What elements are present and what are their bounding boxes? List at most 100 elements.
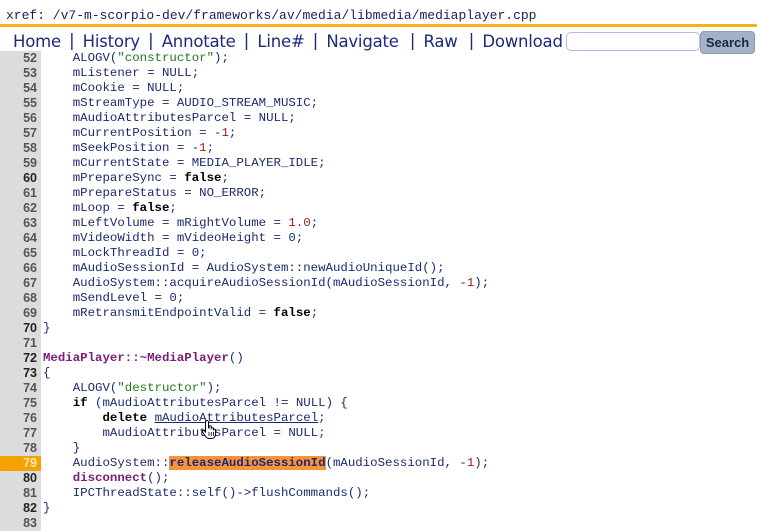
code-line: 66 mAudioSessionId = AudioSystem::newAud… <box>0 261 757 276</box>
code-line: 74 ALOGV("destructor"); <box>0 381 757 396</box>
line-number[interactable]: 59 <box>0 156 37 171</box>
line-number[interactable]: 64 <box>0 231 37 246</box>
line-number[interactable]: 54 <box>0 81 37 96</box>
code-token: ALOGV( <box>43 381 118 395</box>
nav-download-link[interactable]: Download <box>482 32 563 51</box>
line-number-gutter: 62 <box>0 201 41 216</box>
code-line: 53 mListener = NULL; <box>0 66 757 81</box>
code-line: 67 AudioSystem::acquireAudioSessionId(mA… <box>0 276 757 291</box>
symbol-link[interactable]: mAudioAttributesParcel <box>155 411 319 425</box>
line-number[interactable]: 56 <box>0 111 37 126</box>
line-number[interactable]: 53 <box>0 66 37 81</box>
search-hit-highlight[interactable]: releaseAudioSessionId <box>169 456 326 470</box>
nav-separator: | <box>147 31 154 51</box>
code-line: 64 mVideoWidth = mVideoHeight = 0; <box>0 231 757 246</box>
code-token: ; <box>206 141 215 155</box>
code-line: 81 IPCThreadState::self()->flushCommands… <box>0 486 757 501</box>
nav-raw-link[interactable]: Raw <box>423 32 457 51</box>
line-number[interactable]: 66 <box>0 261 37 276</box>
code-text: mPrepareStatus = NO_ERROR; <box>43 186 266 201</box>
nav-line-numbers-link[interactable]: Line# <box>257 32 304 51</box>
code-token: } <box>43 321 51 335</box>
nav-home-link[interactable]: Home <box>13 32 61 51</box>
line-number[interactable]: 76 <box>0 411 37 426</box>
code-token: ; <box>169 201 177 215</box>
code-text: mAudioAttributesParcel = NULL; <box>43 111 296 126</box>
line-number[interactable]: 73 <box>0 366 37 381</box>
code-text: mCurrentPosition = -1; <box>43 126 237 141</box>
code-token: mAudioAttributesParcel = NULL; <box>43 111 296 125</box>
code-token: mRetransmitEndpointValid = <box>43 306 274 320</box>
code-token: IPCThreadState::self()->flushCommands(); <box>43 486 371 500</box>
keyword: false <box>132 201 170 215</box>
code-text: IPCThreadState::self()->flushCommands(); <box>43 486 370 501</box>
line-number-gutter: 68 <box>0 291 41 306</box>
code-line: 78 } <box>0 441 757 456</box>
line-number[interactable]: 60 <box>0 171 37 186</box>
line-number[interactable]: 80 <box>0 471 37 486</box>
line-number[interactable]: 65 <box>0 246 37 261</box>
code-text: mLockThreadId = 0; <box>43 246 207 261</box>
header-divider <box>0 24 757 27</box>
nav-history-link[interactable]: History <box>83 32 141 51</box>
line-number[interactable]: 72 <box>0 351 37 366</box>
code-text: mPrepareSync = false; <box>43 171 229 186</box>
code-token: ); <box>214 51 229 65</box>
code-token: ; <box>221 171 229 185</box>
line-number[interactable]: 81 <box>0 486 37 501</box>
line-number[interactable]: 67 <box>0 276 37 291</box>
code-text: disconnect(); <box>43 471 170 486</box>
line-number[interactable]: 55 <box>0 96 37 111</box>
code-line: 80 disconnect(); <box>0 471 757 486</box>
code-token: (mAudioAttributesParcel != NULL) { <box>87 396 348 410</box>
line-number-gutter: 71 <box>0 336 41 351</box>
code-line: 60 mPrepareSync = false; <box>0 171 757 186</box>
line-number-gutter: 76 <box>0 411 41 426</box>
line-number[interactable]: 58 <box>0 141 37 156</box>
line-number[interactable]: 70 <box>0 321 37 336</box>
line-number[interactable]: 57 <box>0 126 37 141</box>
line-number[interactable]: 71 <box>0 336 37 351</box>
line-number[interactable]: 63 <box>0 216 37 231</box>
code-token: mCurrentState = MEDIA_PLAYER_IDLE; <box>43 156 326 170</box>
line-number[interactable]: 79 <box>0 456 37 471</box>
line-number[interactable]: 77 <box>0 426 37 441</box>
line-number-gutter: 61 <box>0 186 41 201</box>
code-line: 52 ALOGV("constructor"); <box>0 51 757 66</box>
code-text: mLeftVolume = mRightVolume = 1.0; <box>43 216 318 231</box>
line-number[interactable]: 74 <box>0 381 37 396</box>
line-number[interactable]: 52 <box>0 51 37 66</box>
code-text: ALOGV("destructor"); <box>43 381 222 396</box>
code-token: } <box>43 501 51 515</box>
line-number-gutter: 83 <box>0 516 41 531</box>
code-token: mLeftVolume = mRightVolume = <box>43 216 289 230</box>
code-token: ALOGV( <box>43 51 118 65</box>
line-number[interactable]: 82 <box>0 501 37 516</box>
function-name: MediaPlayer::~MediaPlayer <box>43 351 229 365</box>
code-text: } <box>43 501 50 516</box>
line-number[interactable]: 62 <box>0 201 37 216</box>
line-number-gutter: 67 <box>0 276 41 291</box>
line-number[interactable]: 83 <box>0 516 37 531</box>
keyword: false <box>273 306 311 320</box>
nav-annotate-link[interactable]: Annotate <box>162 32 236 51</box>
line-number-gutter: 79 <box>0 456 41 471</box>
line-number[interactable]: 78 <box>0 441 37 456</box>
line-number-gutter: 77 <box>0 426 41 441</box>
string-literal: "destructor" <box>117 381 207 395</box>
search-input[interactable] <box>566 32 700 51</box>
line-number-gutter: 57 <box>0 126 41 141</box>
code-text: if (mAudioAttributesParcel != NULL) { <box>43 396 348 411</box>
line-number[interactable]: 61 <box>0 186 37 201</box>
nav-navigate-link[interactable]: Navigate <box>326 32 399 51</box>
line-number-gutter: 58 <box>0 141 41 156</box>
line-number[interactable]: 75 <box>0 396 37 411</box>
code-line: 55 mStreamType = AUDIO_STREAM_MUSIC; <box>0 96 757 111</box>
line-number[interactable]: 68 <box>0 291 37 306</box>
code-line-highlighted: 79 AudioSystem::releaseAudioSessionId(mA… <box>0 456 757 471</box>
code-line: 68 mSendLevel = 0; <box>0 291 757 306</box>
code-line: 54 mCookie = NULL; <box>0 81 757 96</box>
line-number[interactable]: 69 <box>0 306 37 321</box>
